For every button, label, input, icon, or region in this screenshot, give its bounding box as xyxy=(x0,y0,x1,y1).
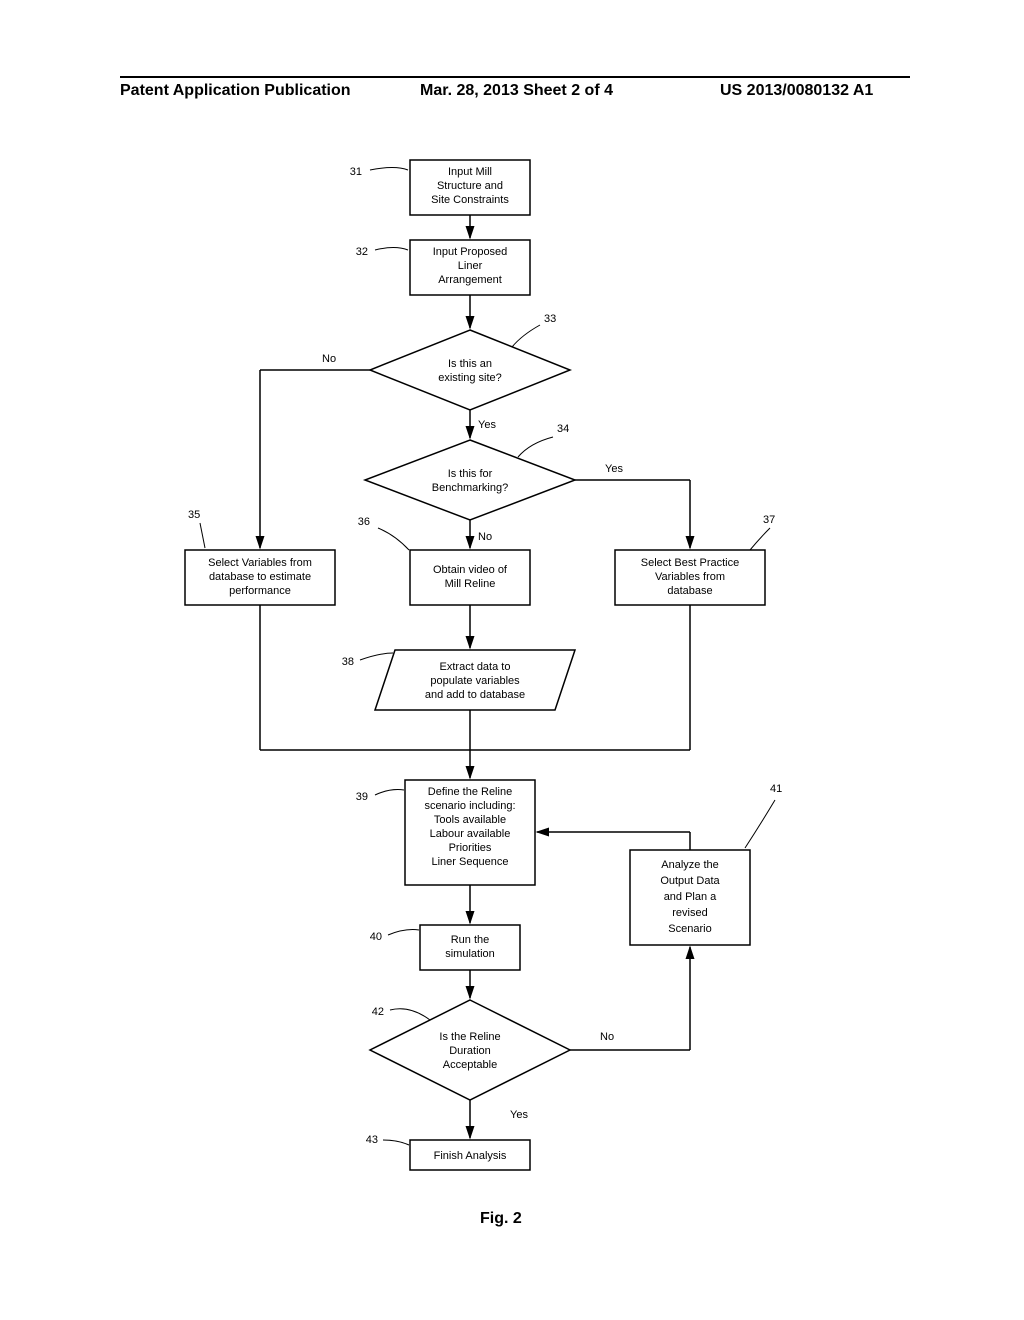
flowchart: Input Mill Structure and Site Constraint… xyxy=(0,130,1024,1280)
svg-text:Acceptable: Acceptable xyxy=(443,1059,497,1071)
svg-text:Priorities: Priorities xyxy=(449,842,492,854)
svg-text:performance: performance xyxy=(229,585,291,597)
svg-text:Select Best Practice: Select Best Practice xyxy=(641,557,739,569)
svg-text:simulation: simulation xyxy=(445,948,495,960)
svg-text:Obtain video of: Obtain video of xyxy=(433,564,508,576)
svg-text:No: No xyxy=(600,1031,614,1043)
svg-text:37: 37 xyxy=(763,514,775,526)
svg-text:and add to database: and add to database xyxy=(425,689,525,701)
svg-text:Is this an: Is this an xyxy=(448,358,492,370)
svg-text:database to estimate: database to estimate xyxy=(209,571,311,583)
svg-text:Liner Sequence: Liner Sequence xyxy=(431,856,508,868)
page: Patent Application Publication Mar. 28, … xyxy=(0,0,1024,1320)
svg-text:Output Data: Output Data xyxy=(660,875,720,887)
svg-text:existing site?: existing site? xyxy=(438,372,502,384)
header-left: Patent Application Publication xyxy=(120,82,351,100)
svg-text:40: 40 xyxy=(370,931,382,943)
svg-text:35: 35 xyxy=(188,509,200,521)
svg-text:Extract data to: Extract data to xyxy=(440,661,511,673)
figure-caption: Fig. 2 xyxy=(480,1210,522,1228)
svg-text:Liner: Liner xyxy=(458,260,483,272)
svg-text:Select Variables from: Select Variables from xyxy=(208,557,312,569)
svg-text:43: 43 xyxy=(366,1134,378,1146)
svg-text:42: 42 xyxy=(372,1006,384,1018)
flowchart-svg: Input Mill Structure and Site Constraint… xyxy=(0,130,1024,1280)
svg-text:Variables from: Variables from xyxy=(655,571,725,583)
svg-text:41: 41 xyxy=(770,783,782,795)
svg-text:populate variables: populate variables xyxy=(430,675,520,687)
svg-text:and Plan a: and Plan a xyxy=(664,891,717,903)
header-rule xyxy=(120,76,910,78)
svg-text:Input Mill: Input Mill xyxy=(448,166,492,178)
svg-text:Duration: Duration xyxy=(449,1045,491,1057)
svg-text:Input Proposed: Input Proposed xyxy=(433,246,508,258)
svg-text:No: No xyxy=(478,531,492,543)
svg-text:34: 34 xyxy=(557,423,569,435)
svg-text:Finish Analysis: Finish Analysis xyxy=(434,1150,507,1162)
svg-text:Yes: Yes xyxy=(478,419,496,431)
svg-text:Analyze the: Analyze the xyxy=(661,859,718,871)
svg-text:Site Constraints: Site Constraints xyxy=(431,194,509,206)
svg-text:Structure and: Structure and xyxy=(437,180,503,192)
svg-text:Run the: Run the xyxy=(451,934,490,946)
svg-text:Labour available: Labour available xyxy=(430,828,511,840)
svg-text:36: 36 xyxy=(358,516,370,528)
svg-text:Tools available: Tools available xyxy=(434,814,506,826)
svg-text:Yes: Yes xyxy=(605,463,623,475)
svg-text:Benchmarking?: Benchmarking? xyxy=(432,482,508,494)
svg-text:Define the Reline: Define the Reline xyxy=(428,786,512,798)
svg-text:39: 39 xyxy=(356,791,368,803)
svg-text:33: 33 xyxy=(544,313,556,325)
svg-text:Is this for: Is this for xyxy=(448,468,493,480)
svg-text:31: 31 xyxy=(350,166,362,178)
svg-text:No: No xyxy=(322,353,336,365)
svg-text:scenario including:: scenario including: xyxy=(424,800,515,812)
svg-text:32: 32 xyxy=(356,246,368,258)
svg-text:Yes: Yes xyxy=(510,1109,528,1121)
svg-text:Arrangement: Arrangement xyxy=(438,274,502,286)
svg-text:Is the Reline: Is the Reline xyxy=(439,1031,500,1043)
svg-text:revised: revised xyxy=(672,907,707,919)
svg-text:Scenario: Scenario xyxy=(668,923,711,935)
header-mid: Mar. 28, 2013 Sheet 2 of 4 xyxy=(420,82,613,100)
svg-text:38: 38 xyxy=(342,656,354,668)
header-right: US 2013/0080132 A1 xyxy=(720,82,873,100)
svg-text:database: database xyxy=(667,585,712,597)
svg-text:Mill Reline: Mill Reline xyxy=(445,578,496,590)
